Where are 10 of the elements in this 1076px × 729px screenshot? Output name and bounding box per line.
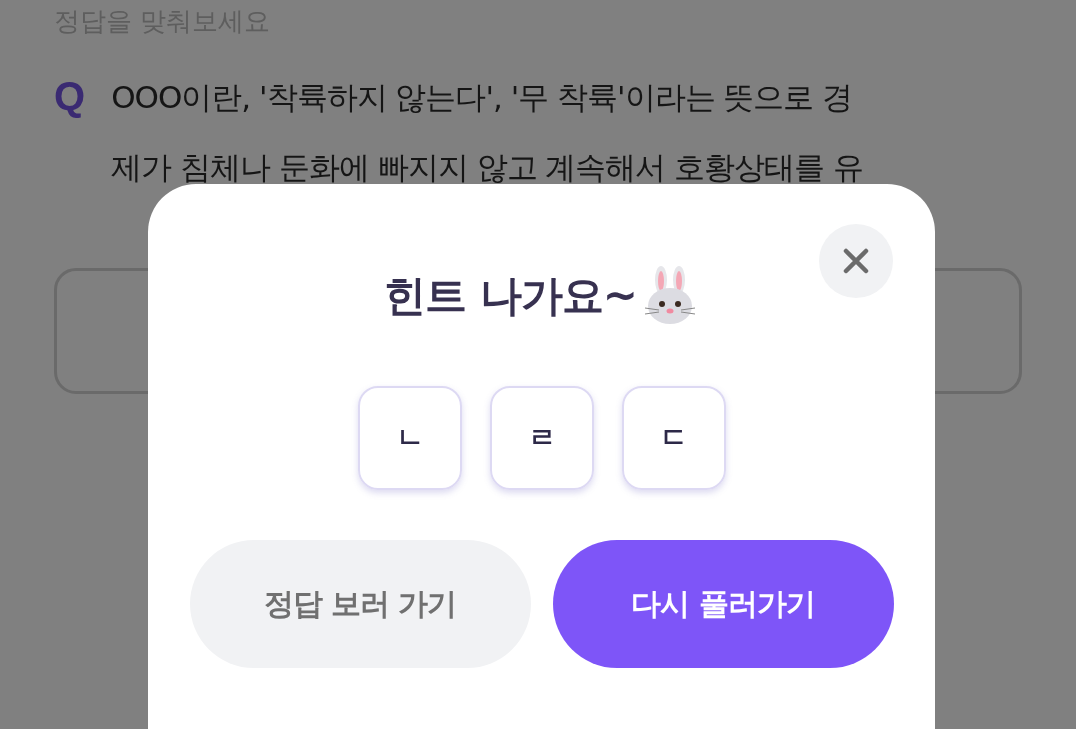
dialog-title: 힌트 나가요~	[384, 270, 637, 322]
question-text: 제가 침체나 둔화에 빠지지 않고 계속해서 호황상태를 유	[111, 148, 864, 187]
retry-button[interactable]: 다시 풀러가기	[552, 540, 894, 668]
hint-letter: ㄴ	[357, 386, 462, 490]
hint-letter: ㄹ	[489, 386, 594, 490]
hint-letter: ㄷ	[621, 386, 726, 490]
close-icon	[843, 248, 869, 274]
question-text: OOO이란, '착륙하지 않는다', '무 착륙'이라는 뜻으로 경	[111, 78, 854, 117]
show-answer-button[interactable]: 정답 보러 가기	[189, 540, 531, 668]
question-mark: Q	[54, 73, 86, 120]
